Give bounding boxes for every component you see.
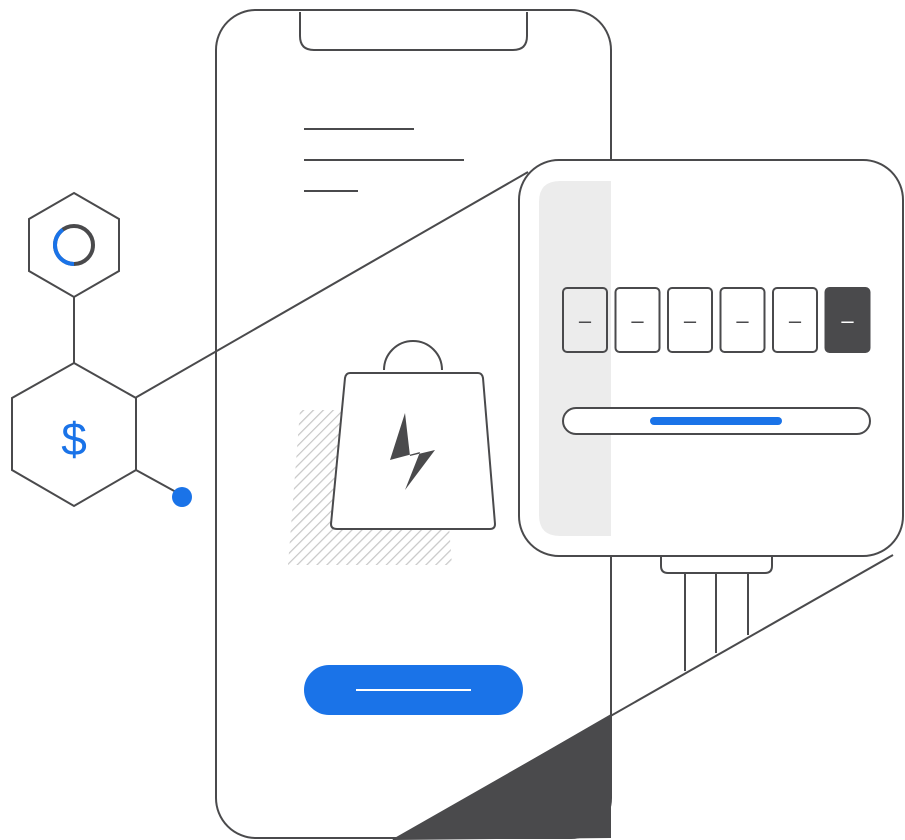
code-digit-value: –: [789, 308, 802, 333]
code-digit-box[interactable]: –: [824, 287, 871, 353]
code-digit-value: –: [579, 308, 592, 333]
code-digit-value: –: [841, 308, 854, 333]
connector-endpoint-dot: [172, 487, 192, 507]
node-connector: [135, 469, 177, 493]
stand-bracket: [660, 556, 773, 574]
progress-bar: [562, 407, 871, 435]
bag-handle: [383, 340, 443, 371]
zoom-panel: – – – – – –: [518, 159, 904, 557]
code-digit-box[interactable]: –: [719, 287, 766, 353]
code-digit-box[interactable]: –: [614, 287, 661, 353]
zoom-line-top: [134, 171, 529, 399]
code-digit-value: –: [736, 308, 749, 333]
loading-ring-icon: [53, 224, 95, 266]
bag-body: [329, 372, 497, 530]
code-digit-box[interactable]: –: [772, 287, 818, 353]
code-digit-value: –: [684, 308, 697, 333]
pay-button[interactable]: [304, 665, 523, 715]
code-digit-box[interactable]: –: [667, 287, 713, 353]
code-digit-value: –: [631, 308, 644, 333]
code-digit-box[interactable]: –: [562, 287, 608, 353]
progress-fill: [650, 417, 782, 425]
shopping-bag-lightning-icon: [288, 340, 497, 565]
payment-illustration: – – – – – – $: [11, 9, 904, 840]
illustration-stage: – – – – – – $: [0, 0, 905, 840]
reader-stand: [660, 556, 773, 671]
zoom-panel-phone-edge: [539, 181, 611, 536]
phone-notch: [299, 12, 528, 51]
hexagon-node: [28, 191, 120, 299]
payment-flow-nodes: $: [11, 191, 192, 508]
dollar-sign-icon: $: [61, 413, 87, 465]
